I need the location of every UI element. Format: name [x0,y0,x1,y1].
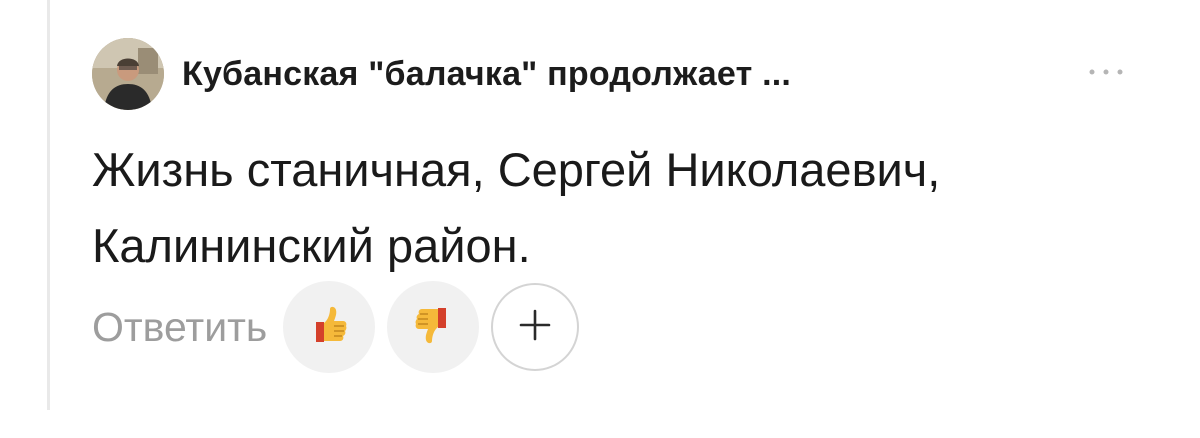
more-dots-icon[interactable] [1084,60,1128,84]
comment-author-title[interactable]: Кубанская "балачка" продолжает ... [182,55,791,94]
comment-card: Кубанская "балачка" продолжает ... Жизнь… [92,0,1152,438]
add-reaction-button[interactable] [491,283,580,371]
thumbs-down-icon [410,302,456,353]
dislike-reaction-button[interactable] [387,281,480,373]
comment-header: Кубанская "балачка" продолжает ... [92,38,1152,110]
thread-line [47,0,50,410]
reply-button[interactable]: Ответить [92,304,267,351]
comment-actions: Ответить [92,281,580,373]
avatar[interactable] [92,38,164,110]
comment-text: Жизнь станичная, Сергей Николаевич, Кали… [92,132,1152,284]
like-reaction-button[interactable] [283,281,376,373]
plus-icon [515,305,555,350]
comment-text-line-2: Калининский район. [92,219,531,272]
comment-text-line-1: Жизнь станичная, Сергей Николаевич, [92,143,941,196]
thumbs-up-icon [306,302,352,353]
